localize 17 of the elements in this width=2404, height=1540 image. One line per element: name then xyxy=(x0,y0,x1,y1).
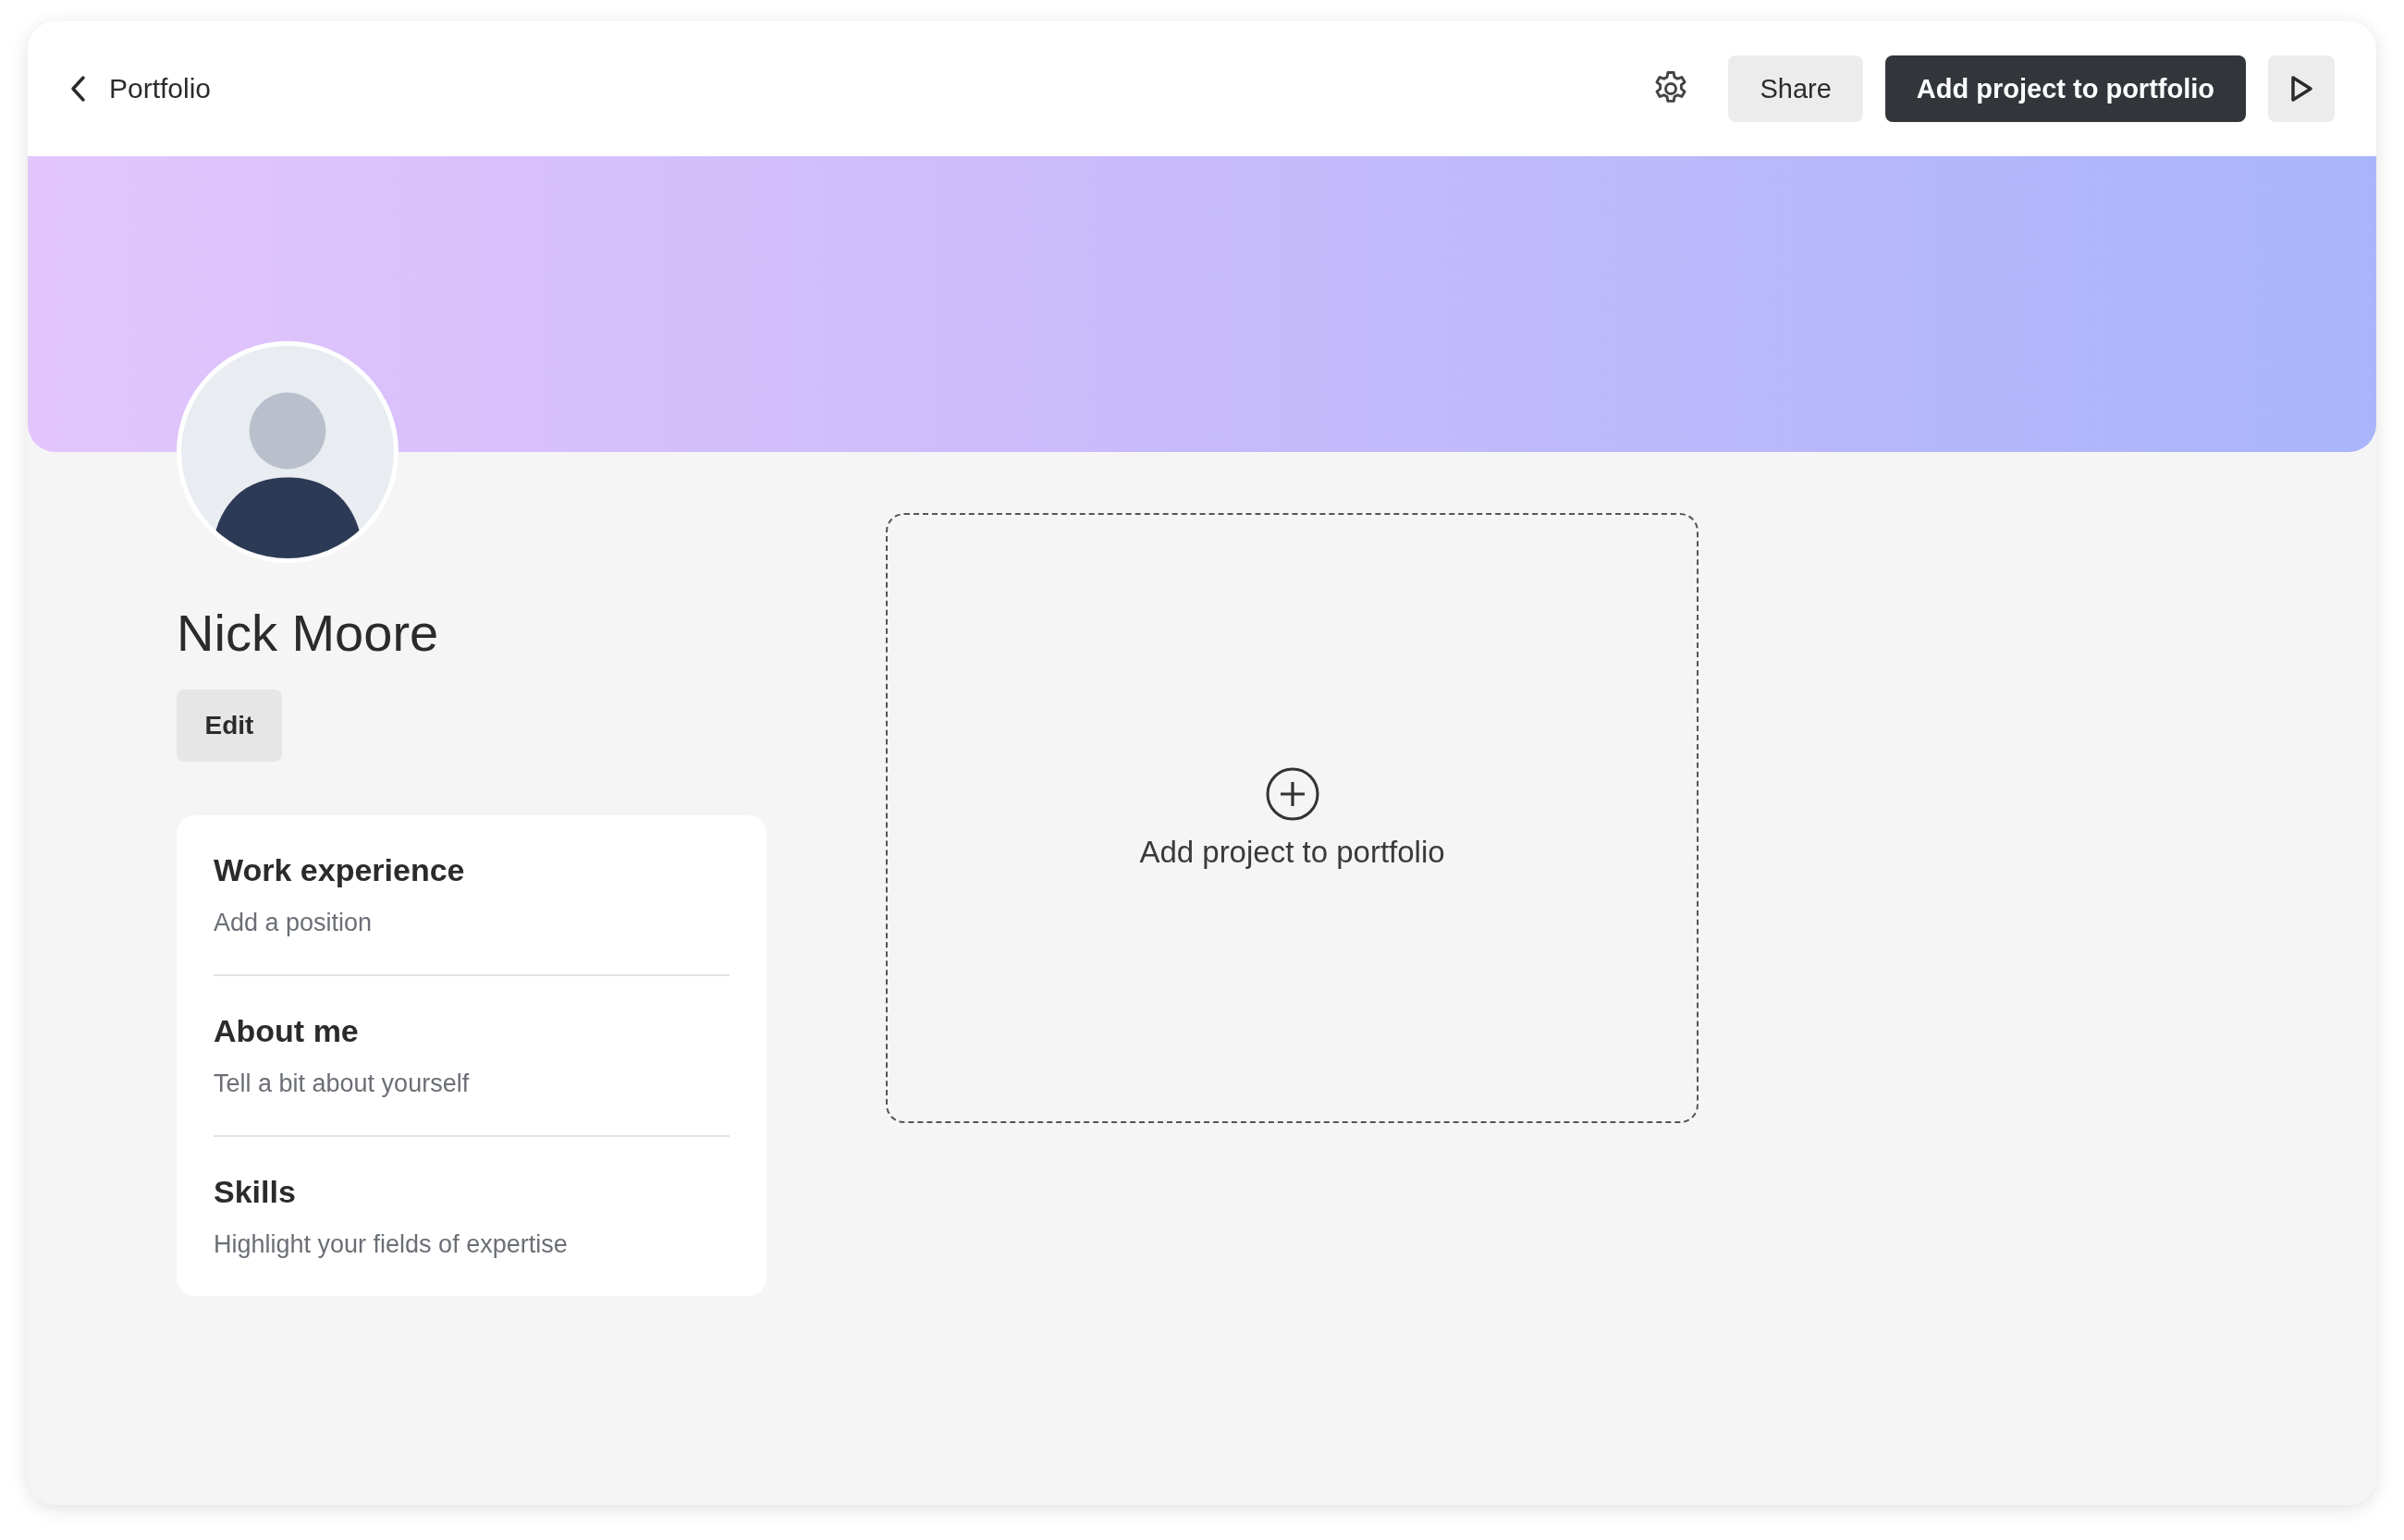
back-link[interactable]: Portfolio xyxy=(61,66,219,112)
section-title: About me xyxy=(214,1013,360,1050)
section-link[interactable]: Highlight your fields of expertise xyxy=(214,1230,730,1260)
dropzone-label: Add project to portfolio xyxy=(1139,835,1445,870)
add-project-button[interactable]: Add project to portfolio xyxy=(1884,55,2246,122)
edit-button[interactable]: Edit xyxy=(177,690,282,763)
play-button[interactable] xyxy=(2268,55,2335,122)
plus-circle-icon xyxy=(1264,766,1320,822)
play-icon xyxy=(2288,75,2314,103)
chevron-left-icon xyxy=(68,75,87,103)
section-title: Work experience xyxy=(214,852,466,889)
profile-name: Nick Moore xyxy=(177,603,440,664)
section-link[interactable]: Tell a bit about yourself xyxy=(214,1069,730,1099)
share-button[interactable]: Share xyxy=(1728,55,1863,122)
section-link[interactable]: Add a position xyxy=(214,909,730,938)
add-project-dropzone[interactable]: Add project to portfolio xyxy=(886,513,1699,1123)
section-title: Skills xyxy=(214,1174,297,1211)
